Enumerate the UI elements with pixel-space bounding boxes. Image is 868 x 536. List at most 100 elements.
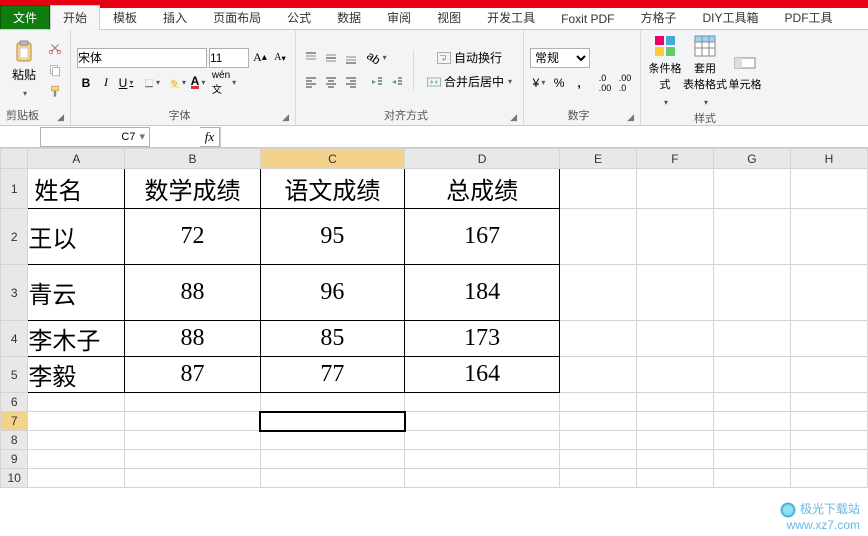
cell-B7[interactable] bbox=[125, 412, 260, 431]
cell-H9[interactable] bbox=[790, 450, 867, 469]
table-format-button[interactable]: 套用 表格格式 bbox=[687, 34, 723, 108]
cell-C1[interactable]: 语文成绩 bbox=[260, 169, 405, 209]
align-top-button[interactable] bbox=[302, 49, 320, 67]
cell-F5[interactable] bbox=[636, 357, 713, 393]
cell-B5[interactable]: 87 bbox=[125, 357, 260, 393]
tab-7[interactable]: 视图 bbox=[424, 5, 474, 29]
font-name-select[interactable] bbox=[77, 48, 207, 68]
align-launcher-icon[interactable]: ◢ bbox=[510, 112, 517, 123]
cell-E1[interactable] bbox=[559, 169, 636, 209]
cell-H4[interactable] bbox=[790, 321, 867, 357]
tab-2[interactable]: 插入 bbox=[150, 5, 200, 29]
decrease-font-button[interactable]: A▾ bbox=[271, 49, 289, 67]
col-header-D[interactable]: D bbox=[405, 149, 560, 169]
copy-button[interactable] bbox=[46, 61, 64, 79]
cell-styles-button[interactable]: 单元格 bbox=[727, 34, 763, 108]
align-left-button[interactable] bbox=[302, 73, 320, 91]
cell-B1[interactable]: 数学成绩 bbox=[125, 169, 260, 209]
accounting-format-button[interactable]: ¥ bbox=[530, 74, 548, 92]
phonetic-button[interactable]: wén文 bbox=[215, 74, 233, 92]
cell-E8[interactable] bbox=[559, 431, 636, 450]
cell-E3[interactable] bbox=[559, 265, 636, 321]
cell-F1[interactable] bbox=[636, 169, 713, 209]
cell-D9[interactable] bbox=[405, 450, 560, 469]
merge-center-button[interactable]: 合并后居中 bbox=[421, 73, 517, 91]
cell-F7[interactable] bbox=[636, 412, 713, 431]
cell-G5[interactable] bbox=[713, 357, 790, 393]
col-header-E[interactable]: E bbox=[559, 149, 636, 169]
cell-C2[interactable]: 95 bbox=[260, 209, 405, 265]
cell-H7[interactable] bbox=[790, 412, 867, 431]
cell-E4[interactable] bbox=[559, 321, 636, 357]
cell-B8[interactable] bbox=[125, 431, 260, 450]
cell-E2[interactable] bbox=[559, 209, 636, 265]
tab-9[interactable]: Foxit PDF bbox=[548, 8, 627, 29]
cell-H10[interactable] bbox=[790, 469, 867, 488]
border-button[interactable] bbox=[143, 74, 161, 92]
cell-C5[interactable]: 77 bbox=[260, 357, 405, 393]
cell-B9[interactable] bbox=[125, 450, 260, 469]
cell-F4[interactable] bbox=[636, 321, 713, 357]
wrap-text-button[interactable]: 自动换行 bbox=[421, 49, 517, 67]
bold-button[interactable]: B bbox=[77, 74, 95, 92]
cell-B10[interactable] bbox=[125, 469, 260, 488]
col-header-G[interactable]: G bbox=[713, 149, 790, 169]
tab-1[interactable]: 模板 bbox=[100, 5, 150, 29]
tab-4[interactable]: 公式 bbox=[274, 5, 324, 29]
cell-G1[interactable] bbox=[713, 169, 790, 209]
decrease-decimal-button[interactable]: .00.0 bbox=[616, 74, 634, 92]
tab-10[interactable]: 方格子 bbox=[628, 5, 690, 29]
cell-F10[interactable] bbox=[636, 469, 713, 488]
row-header-7[interactable]: 7 bbox=[1, 412, 28, 431]
tab-12[interactable]: PDF工具 bbox=[772, 5, 846, 29]
cell-E10[interactable] bbox=[559, 469, 636, 488]
cell-C6[interactable] bbox=[260, 393, 405, 412]
cell-H6[interactable] bbox=[790, 393, 867, 412]
cell-G6[interactable] bbox=[713, 393, 790, 412]
formula-input[interactable] bbox=[220, 127, 868, 147]
cell-G10[interactable] bbox=[713, 469, 790, 488]
font-color-button[interactable]: A bbox=[189, 74, 207, 92]
font-launcher-icon[interactable]: ◢ bbox=[282, 112, 289, 123]
number-format-select[interactable]: 常规 bbox=[530, 48, 590, 68]
cell-H8[interactable] bbox=[790, 431, 867, 450]
tab-11[interactable]: DIY工具箱 bbox=[690, 5, 772, 29]
align-bottom-button[interactable] bbox=[342, 49, 360, 67]
row-header-4[interactable]: 4 bbox=[1, 321, 28, 357]
tab-5[interactable]: 数据 bbox=[324, 5, 374, 29]
tab-3[interactable]: 页面布局 bbox=[200, 5, 274, 29]
cell-E9[interactable] bbox=[559, 450, 636, 469]
cell-E5[interactable] bbox=[559, 357, 636, 393]
increase-font-button[interactable]: A▴ bbox=[251, 49, 269, 67]
cell-H2[interactable] bbox=[790, 209, 867, 265]
name-box[interactable]: C7 ▾ bbox=[40, 127, 150, 147]
cell-D2[interactable]: 167 bbox=[405, 209, 560, 265]
cell-G4[interactable] bbox=[713, 321, 790, 357]
tab-6[interactable]: 审阅 bbox=[374, 5, 424, 29]
row-header-9[interactable]: 9 bbox=[1, 450, 28, 469]
cell-D10[interactable] bbox=[405, 469, 560, 488]
align-middle-button[interactable] bbox=[322, 49, 340, 67]
cell-B6[interactable] bbox=[125, 393, 260, 412]
clipboard-launcher-icon[interactable]: ◢ bbox=[57, 112, 64, 123]
file-tab[interactable]: 文件 bbox=[0, 5, 50, 29]
number-launcher-icon[interactable]: ◢ bbox=[627, 112, 634, 123]
fx-button[interactable]: fx bbox=[200, 127, 220, 147]
cell-F9[interactable] bbox=[636, 450, 713, 469]
cell-A6[interactable] bbox=[28, 393, 125, 412]
cell-A1[interactable]: 姓名 bbox=[28, 169, 125, 209]
cell-C9[interactable] bbox=[260, 450, 405, 469]
cell-G9[interactable] bbox=[713, 450, 790, 469]
spreadsheet-grid[interactable]: ABCDEFGH1姓名数学成绩语文成绩总成绩2王以72951673青云88961… bbox=[0, 148, 868, 488]
row-header-10[interactable]: 10 bbox=[1, 469, 28, 488]
cell-G7[interactable] bbox=[713, 412, 790, 431]
cell-G3[interactable] bbox=[713, 265, 790, 321]
row-header-1[interactable]: 1 bbox=[1, 169, 28, 209]
select-all-corner[interactable] bbox=[1, 149, 28, 169]
col-header-F[interactable]: F bbox=[636, 149, 713, 169]
orientation-button[interactable]: ab bbox=[368, 49, 386, 67]
cell-A3[interactable]: 青云 bbox=[28, 265, 125, 321]
decrease-indent-button[interactable] bbox=[368, 73, 386, 91]
cell-C4[interactable]: 85 bbox=[260, 321, 405, 357]
percent-button[interactable]: % bbox=[550, 74, 568, 92]
